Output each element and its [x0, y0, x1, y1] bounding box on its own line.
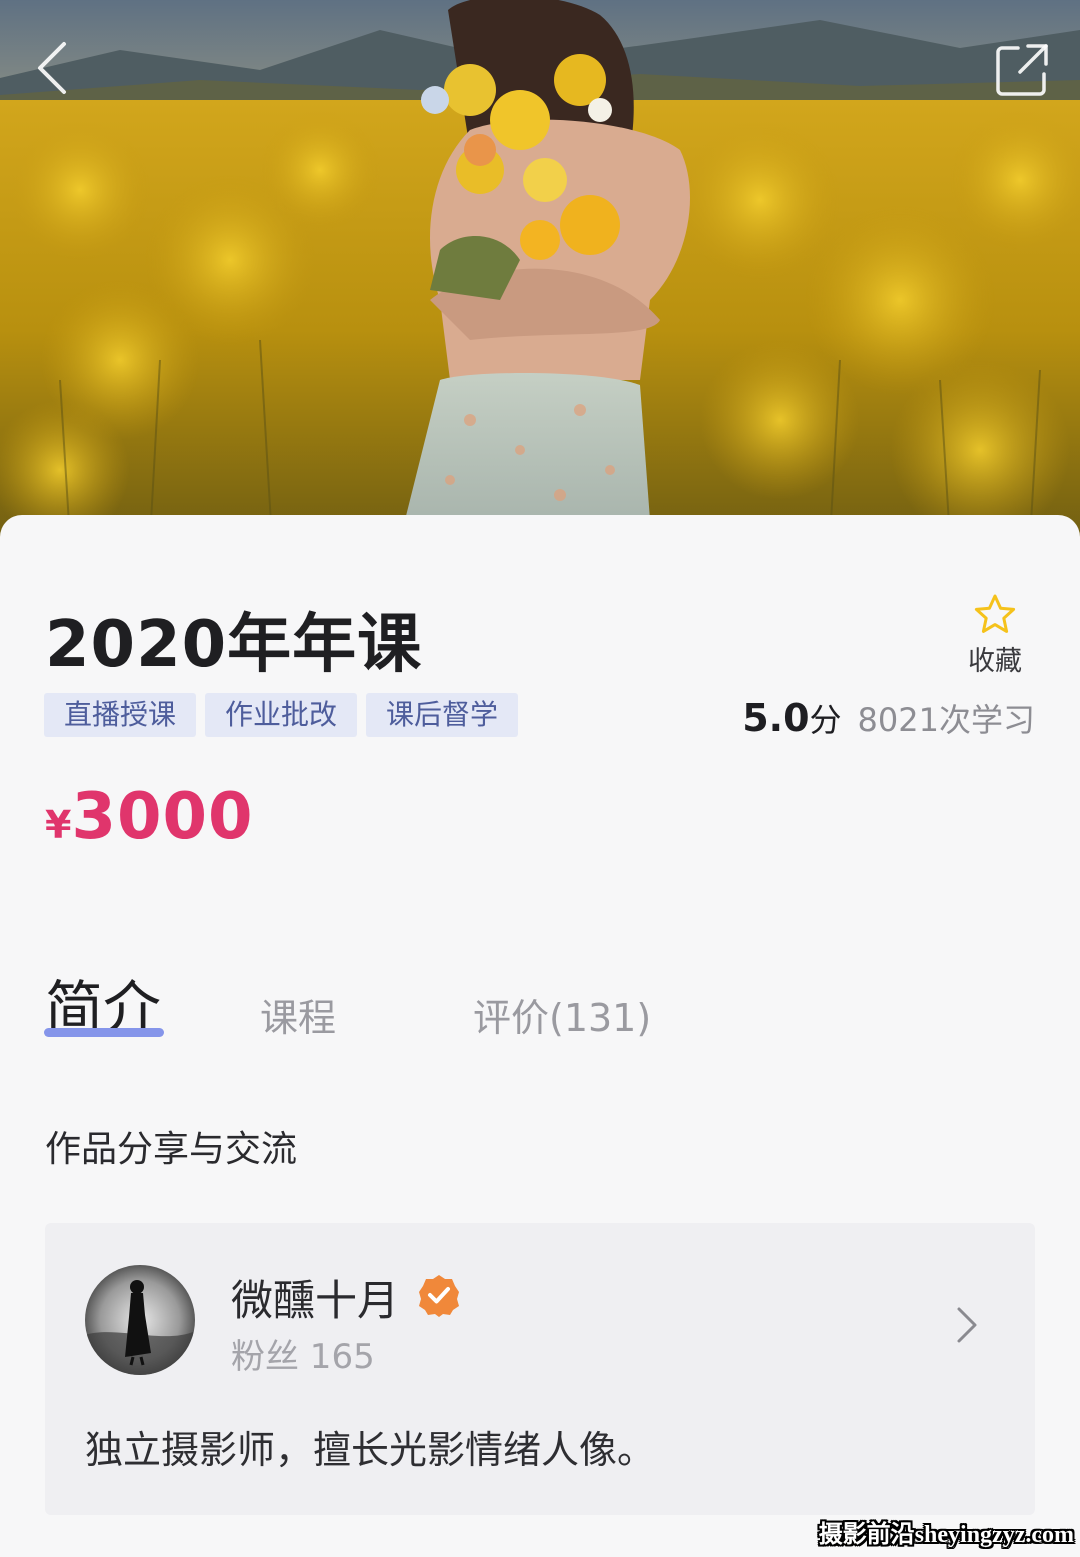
- learn-count: 8021次学习: [857, 701, 1035, 739]
- share-external-icon: [996, 44, 1048, 96]
- tag-homework-review: 作业批改: [205, 693, 358, 737]
- chevron-right-icon: [957, 1307, 977, 1343]
- star-outline-icon: [974, 594, 1016, 633]
- author-card[interactable]: 微醺十月 粉丝 165 独立摄影师，擅长光影情绪人像。: [45, 1223, 1035, 1515]
- favorite-button[interactable]: 收藏: [958, 593, 1032, 678]
- course-detail-screen: 2020年年课 收藏 直播授课 作业批改 课后督学 5.0 分 8021次学习 …: [0, 0, 1080, 1557]
- tab-bar: 简介 课程 评价(131): [0, 955, 1080, 1045]
- rating-value: 5.0: [742, 696, 810, 740]
- chevron-left-icon: [38, 42, 66, 94]
- active-tab-indicator: [44, 1028, 164, 1037]
- tag-live-teaching: 直播授课: [44, 693, 197, 737]
- price-value: 3000: [71, 780, 254, 854]
- back-button[interactable]: [16, 32, 88, 104]
- verified-check-icon: [419, 1275, 459, 1317]
- share-button[interactable]: [986, 34, 1058, 106]
- watermark: 摄影前沿sheyingzyz.com: [818, 1522, 1074, 1548]
- tab-course[interactable]: 课程: [260, 987, 336, 1042]
- author-bio: 独立摄影师，擅长光影情绪人像。: [85, 1428, 656, 1472]
- hero-image: [0, 0, 1080, 560]
- author-name: 微醺十月: [231, 1276, 400, 1325]
- avatar: [85, 1265, 195, 1375]
- tag-after-class-supervision: 课后督学: [366, 693, 519, 737]
- price-currency-symbol: ¥: [45, 803, 72, 847]
- course-info-panel: 2020年年课 收藏 直播授课 作业批改 课后督学 5.0 分 8021次学习 …: [0, 515, 1080, 1557]
- hero-photo-illustration: [0, 0, 1080, 560]
- course-stats: 5.0 分 8021次学习: [742, 695, 1035, 741]
- follower-count: 粉丝 165: [231, 1337, 375, 1377]
- rating-unit: 分: [809, 701, 842, 739]
- price: ¥ 3000: [45, 780, 254, 854]
- course-title: 2020年年课: [45, 608, 423, 682]
- tab-reviews[interactable]: 评价(131): [473, 987, 651, 1042]
- section-heading: 作品分享与交流: [45, 1129, 298, 1170]
- course-tags: 直播授课 作业批改 课后督学: [44, 693, 519, 737]
- favorite-label: 收藏: [968, 646, 1022, 677]
- avatar-image: [85, 1265, 195, 1375]
